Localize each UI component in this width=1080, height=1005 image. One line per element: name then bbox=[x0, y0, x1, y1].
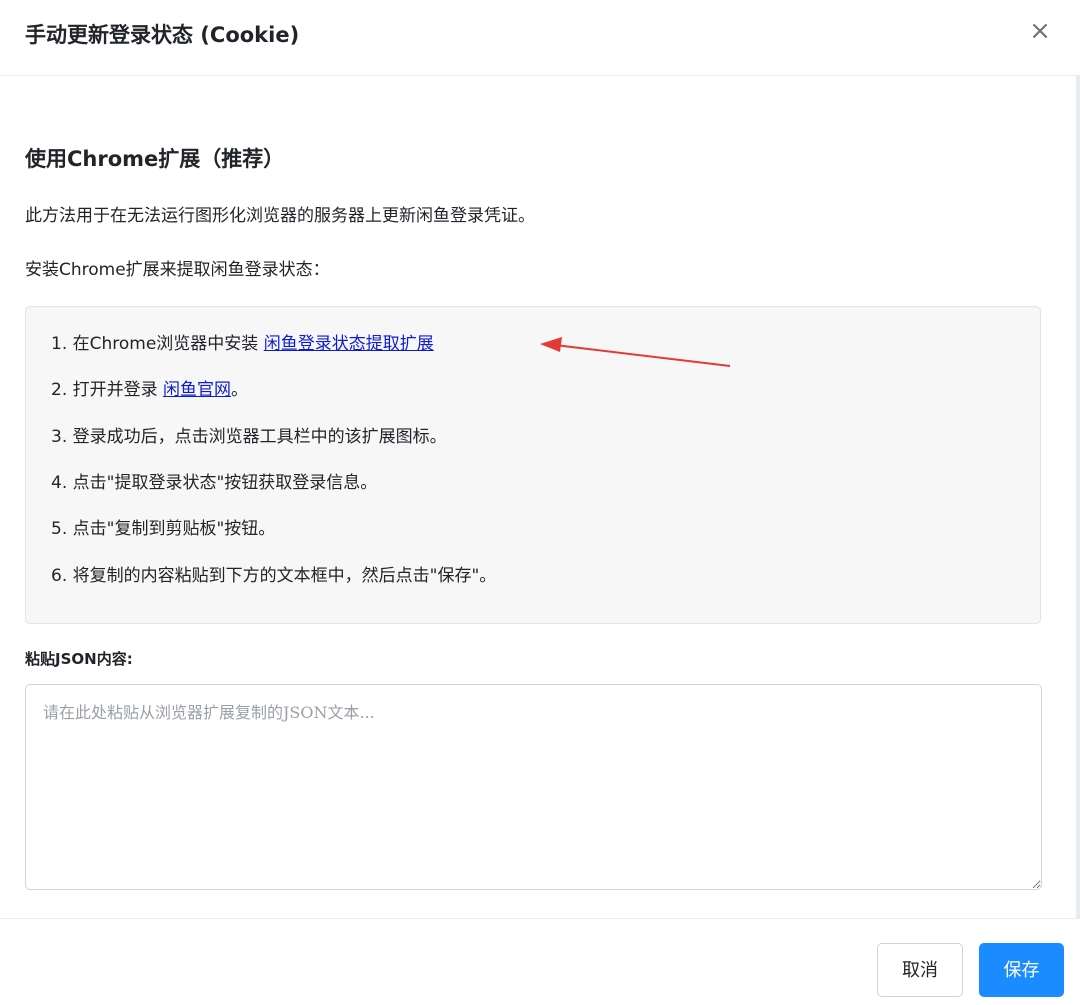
steps-box: 1. 在Chrome浏览器中安装 闲鱼登录状态提取扩展 2. 打开并登录 闲鱼官… bbox=[25, 306, 1041, 624]
step-text: 2. 打开并登录 bbox=[51, 380, 164, 400]
step-text: 3. 登录成功后，点击浏览器工具栏中的该扩展图标。 bbox=[51, 427, 447, 447]
section-heading: 使用Chrome扩展（推荐） bbox=[25, 147, 285, 171]
step-text: 1. 在Chrome浏览器中安装 bbox=[51, 334, 264, 354]
step-suffix: 。 bbox=[231, 380, 249, 400]
step-text: 6. 将复制的内容粘贴到下方的文本框中，然后点击"保存"。 bbox=[51, 566, 497, 586]
intro-text: 此方法用于在无法运行图形化浏览器的服务器上更新闲鱼登录凭证。 bbox=[25, 206, 535, 226]
save-button[interactable]: 保存 bbox=[979, 943, 1064, 997]
json-input[interactable] bbox=[25, 684, 1042, 890]
install-prompt-text: 安装Chrome扩展来提取闲鱼登录状态： bbox=[25, 260, 330, 280]
goofish-site-link[interactable]: 闲鱼官网 bbox=[163, 380, 231, 400]
scrollbar[interactable] bbox=[1076, 76, 1080, 918]
step-text: 5. 点击"复制到剪贴板"按钮。 bbox=[51, 519, 276, 539]
step-item: 1. 在Chrome浏览器中安装 闲鱼登录状态提取扩展 bbox=[51, 331, 434, 357]
dialog-title: 手动更新登录状态 (Cookie) bbox=[25, 23, 300, 47]
dialog-footer: 取消 保存 bbox=[0, 918, 1080, 1005]
step-item: 2. 打开并登录 闲鱼官网。 bbox=[51, 377, 248, 403]
cookie-update-dialog: 手动更新登录状态 (Cookie) × 使用Chrome扩展（推荐） 此方法用于… bbox=[0, 0, 1080, 1005]
step-item: 4. 点击"提取登录状态"按钮获取登录信息。 bbox=[51, 470, 377, 496]
close-icon[interactable]: × bbox=[1026, 17, 1054, 45]
step-item: 5. 点击"复制到剪贴板"按钮。 bbox=[51, 516, 275, 542]
json-field-label: 粘贴JSON内容: bbox=[25, 650, 133, 668]
dialog-body: 使用Chrome扩展（推荐） 此方法用于在无法运行图形化浏览器的服务器上更新闲鱼… bbox=[0, 76, 1076, 918]
step-text: 4. 点击"提取登录状态"按钮获取登录信息。 bbox=[51, 473, 378, 493]
cancel-button[interactable]: 取消 bbox=[877, 943, 963, 997]
step-item: 6. 将复制的内容粘贴到下方的文本框中，然后点击"保存"。 bbox=[51, 563, 496, 589]
dialog-header: 手动更新登录状态 (Cookie) × bbox=[0, 0, 1080, 76]
extension-link[interactable]: 闲鱼登录状态提取扩展 bbox=[264, 334, 434, 354]
step-item: 3. 登录成功后，点击浏览器工具栏中的该扩展图标。 bbox=[51, 424, 447, 450]
